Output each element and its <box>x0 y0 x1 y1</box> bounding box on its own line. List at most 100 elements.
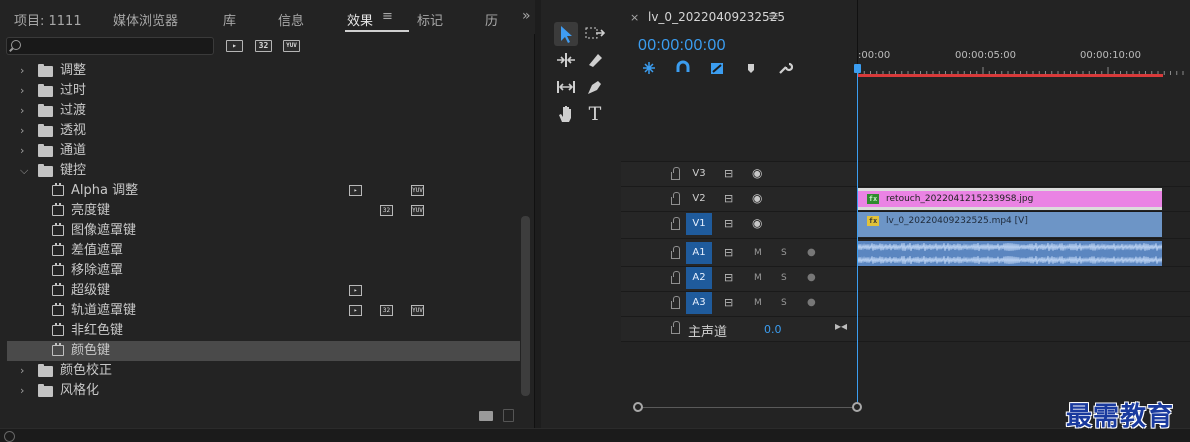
lock-icon[interactable] <box>671 271 680 284</box>
track-target-a1[interactable]: A1 <box>686 242 712 264</box>
snap-icon[interactable] <box>675 60 691 76</box>
effect-folder[interactable]: › 通道 <box>7 141 520 161</box>
chevron-down-icon[interactable]: ⌵ <box>20 161 30 181</box>
tab-info[interactable]: 信息 <box>278 10 304 29</box>
search-input[interactable] <box>25 39 210 53</box>
effect-item[interactable]: 移除遮罩 <box>7 261 520 281</box>
solo-button[interactable]: S <box>781 248 787 258</box>
effects-scrollbar[interactable] <box>521 216 530 396</box>
effect-folder[interactable]: ⌵ 键控 <box>7 161 520 181</box>
timeline-zoom-scrollbar[interactable] <box>637 407 858 408</box>
master-volume-value[interactable]: 0.0 <box>764 323 782 336</box>
tab-menu-icon[interactable]: ≡ <box>382 9 393 24</box>
sync-lock-icon[interactable]: ⊟ <box>724 296 733 309</box>
track-target-v3[interactable]: V3 <box>686 163 712 185</box>
pen-tool-icon[interactable] <box>583 75 607 99</box>
chevron-right-icon[interactable]: › <box>20 141 30 161</box>
tab-markers[interactable]: 标记 <box>417 10 443 29</box>
effect-item[interactable]: 超级键 ▸ <box>7 281 520 301</box>
nest-sequence-icon[interactable] <box>641 60 657 76</box>
tab-effects[interactable]: 效果 <box>347 10 373 29</box>
effect-folder[interactable]: › 颜色校正 <box>7 361 520 381</box>
eye-icon[interactable]: ◉ <box>752 191 762 205</box>
eye-icon[interactable]: ◉ <box>752 166 762 180</box>
chevron-right-icon[interactable]: › <box>20 121 30 141</box>
microphone-icon[interactable]: ● <box>807 272 816 283</box>
tab-history[interactable]: 历 <box>485 10 498 29</box>
lock-icon[interactable] <box>671 321 680 334</box>
sync-lock-icon[interactable]: ⊟ <box>724 271 733 284</box>
hand-tool-icon[interactable] <box>554 102 578 126</box>
effects-search[interactable] <box>6 37 214 55</box>
effect-item[interactable]: 图像遮罩键 <box>7 221 520 241</box>
lock-icon[interactable] <box>671 167 680 180</box>
sequence-tab-title[interactable]: lv_0_20220409232525 <box>648 10 785 24</box>
track-target-v1[interactable]: V1 <box>686 213 712 235</box>
tab-project[interactable]: 项目: 1111 <box>14 10 82 29</box>
lock-icon[interactable] <box>671 192 680 205</box>
effect-folder[interactable]: › 调整 <box>7 61 520 81</box>
chevron-right-icon[interactable]: › <box>20 381 30 401</box>
tab-media-browser[interactable]: 媒体浏览器 <box>113 10 178 29</box>
lock-icon[interactable] <box>671 217 680 230</box>
trash-icon[interactable] <box>503 409 514 422</box>
slip-tool-icon[interactable] <box>554 75 578 99</box>
sync-lock-icon[interactable]: ⊟ <box>724 167 733 180</box>
selection-tool-icon[interactable] <box>554 22 578 46</box>
effect-item[interactable]: 颜色键 <box>7 341 520 361</box>
playhead-timecode[interactable]: 00:00:00:00 <box>638 37 726 55</box>
mute-button[interactable]: M <box>754 248 762 258</box>
sequence-menu-icon[interactable]: ≡ <box>768 9 779 24</box>
effect-folder[interactable]: › 过时 <box>7 81 520 101</box>
effect-folder[interactable]: › 风格化 <box>7 381 520 401</box>
microphone-icon[interactable]: ● <box>807 247 816 258</box>
go-to-end-icon[interactable]: ▸◂ <box>835 319 847 333</box>
close-icon[interactable]: × <box>630 11 639 24</box>
32bit-filter-icon[interactable]: 32 <box>255 40 272 52</box>
mute-button[interactable]: M <box>754 273 762 283</box>
clip-a1-audio[interactable] <box>858 241 1162 266</box>
zoom-handle-right[interactable] <box>852 402 862 412</box>
accelerated-effects-filter-icon[interactable]: ▸ <box>226 40 243 52</box>
track-select-tool-icon[interactable] <box>583 22 607 46</box>
microphone-icon[interactable]: ● <box>807 297 816 308</box>
effect-folder[interactable]: › 过渡 <box>7 101 520 121</box>
effect-item[interactable]: Alpha 调整 ▸ YUV <box>7 181 520 201</box>
linked-selection-icon[interactable] <box>709 60 725 76</box>
solo-button[interactable]: S <box>781 298 787 308</box>
clip-v2-image[interactable]: fx retouch_20220412152339S8.jpg <box>858 188 1162 210</box>
type-tool-icon[interactable]: T <box>583 102 607 126</box>
track-target-v2[interactable]: V2 <box>686 188 712 210</box>
yuv-filter-icon[interactable]: YUV <box>283 40 300 52</box>
razor-tool-icon[interactable] <box>583 48 607 72</box>
ripple-edit-tool-icon[interactable] <box>554 48 578 72</box>
track-target-a3[interactable]: A3 <box>686 292 712 314</box>
playhead-handle[interactable] <box>854 64 861 73</box>
effect-folder[interactable]: › 透视 <box>7 121 520 141</box>
new-bin-icon[interactable] <box>479 411 493 421</box>
panel-overflow-icon[interactable]: » <box>522 8 531 24</box>
chevron-right-icon[interactable]: › <box>20 361 30 381</box>
wrench-icon[interactable] <box>777 60 794 76</box>
effect-item[interactable]: 非红色键 <box>7 321 520 341</box>
sync-lock-icon[interactable]: ⊟ <box>724 217 733 230</box>
work-area-bar[interactable] <box>858 74 1163 77</box>
lock-icon[interactable] <box>671 246 680 259</box>
mute-button[interactable]: M <box>754 298 762 308</box>
chevron-right-icon[interactable]: › <box>20 81 30 101</box>
zoom-handle-left[interactable] <box>633 402 643 412</box>
effect-item[interactable]: 差值遮罩 <box>7 241 520 261</box>
add-marker-icon[interactable] <box>743 60 759 76</box>
chevron-right-icon[interactable]: › <box>20 101 30 121</box>
track-target-a2[interactable]: A2 <box>686 267 712 289</box>
clip-v1-video[interactable]: fx lv_0_20220409232525.mp4 [V] <box>858 212 1162 237</box>
sync-lock-icon[interactable]: ⊟ <box>724 192 733 205</box>
sync-lock-icon[interactable]: ⊟ <box>724 246 733 259</box>
solo-button[interactable]: S <box>781 273 787 283</box>
tab-libraries[interactable]: 库 <box>223 10 236 29</box>
effect-item[interactable]: 轨道遮罩键 ▸ 32 YUV <box>7 301 520 321</box>
chevron-right-icon[interactable]: › <box>20 61 30 81</box>
lock-icon[interactable] <box>671 296 680 309</box>
eye-icon[interactable]: ◉ <box>752 216 762 230</box>
effect-item[interactable]: 亮度键 32 YUV <box>7 201 520 221</box>
